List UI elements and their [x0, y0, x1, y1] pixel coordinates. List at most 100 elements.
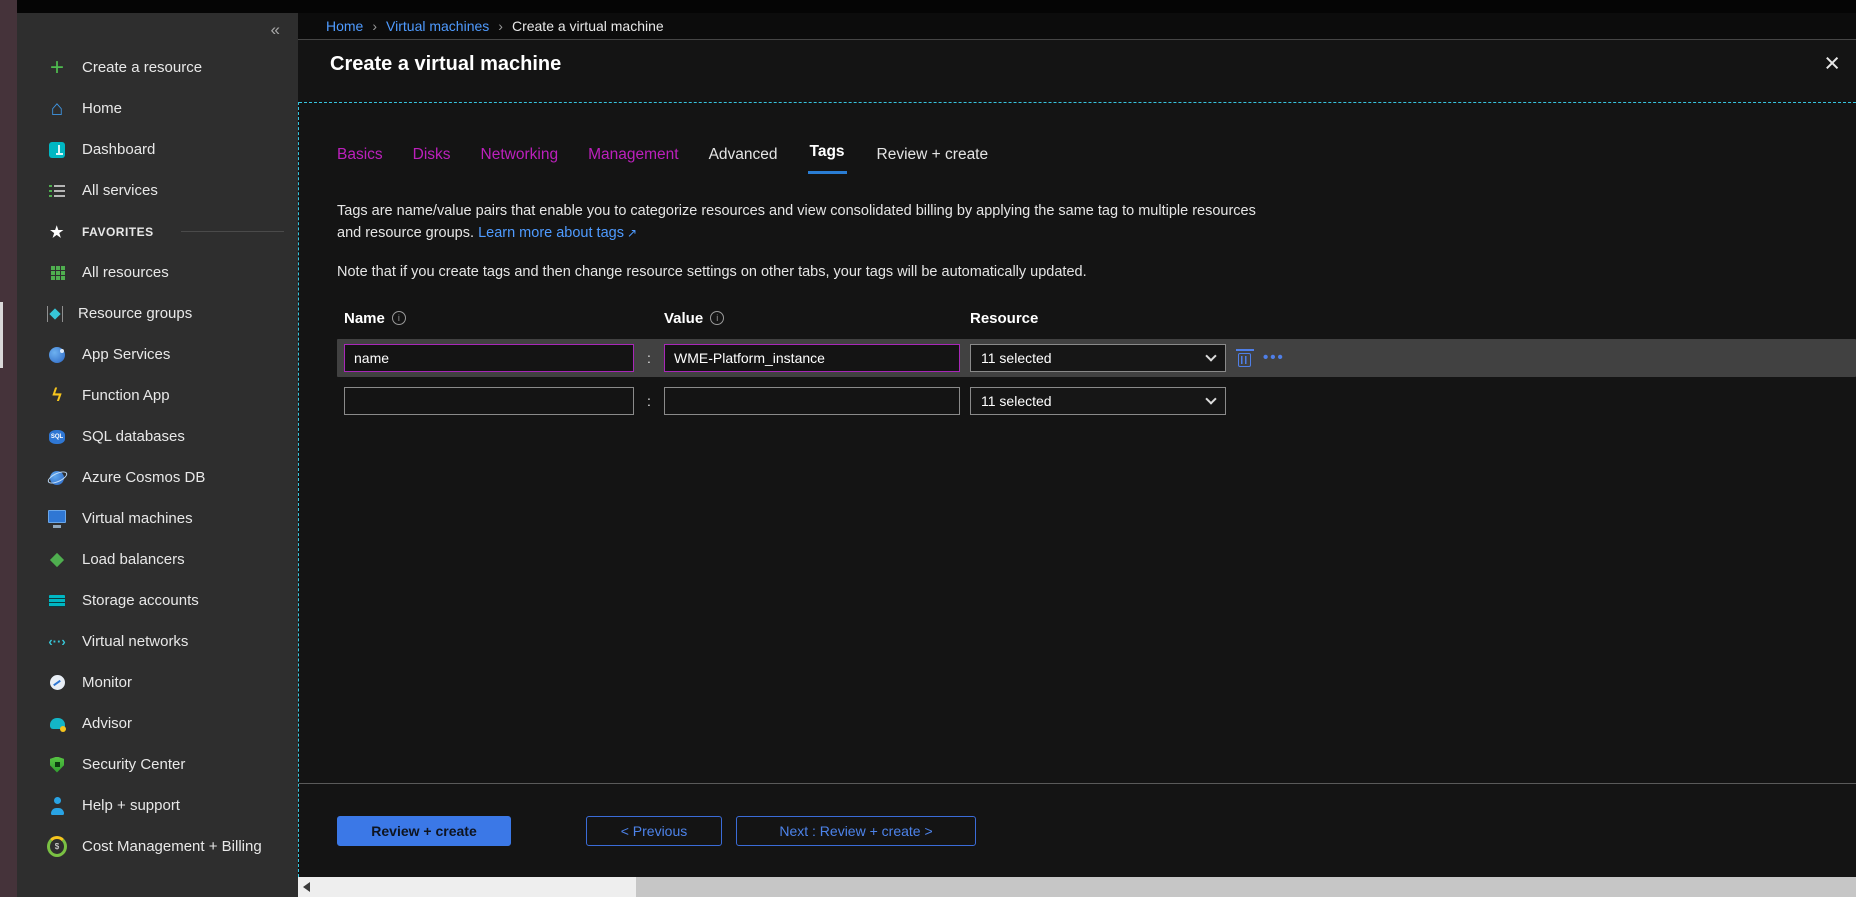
info-icon[interactable]: [392, 311, 406, 325]
sidebar-item-resource-groups[interactable]: Resource groups: [17, 293, 298, 334]
breadcrumb-separator-icon: ›: [372, 18, 377, 34]
security-center-icon: [47, 755, 67, 775]
sql-databases-icon: [47, 427, 67, 447]
edge-scroll-indicator: [0, 302, 3, 368]
name-value-separator: :: [634, 393, 664, 409]
close-icon[interactable]: ×: [1824, 50, 1840, 77]
sidebar-item-create-a-resource[interactable]: Create a resource: [17, 47, 298, 88]
resource-header-label: Resource: [970, 310, 1038, 327]
monitor-icon: [47, 673, 67, 693]
chevron-down-icon: [1205, 393, 1216, 404]
column-header-value: Value: [664, 310, 960, 327]
tab-advanced[interactable]: Advanced: [709, 146, 778, 174]
top-bar: [17, 0, 1856, 13]
all-services-icon: [47, 181, 67, 201]
tags-description: Tags are name/value pairs that enable yo…: [337, 200, 1277, 245]
sidebar-item-label: Security Center: [82, 756, 185, 773]
sidebar-item-label: SQL databases: [82, 428, 185, 445]
load-balancers-icon: [47, 550, 67, 570]
home-icon: [47, 99, 67, 119]
tab-review-create[interactable]: Review + create: [877, 146, 989, 174]
sidebar-item-label: Storage accounts: [82, 592, 199, 609]
app-services-icon: [47, 345, 67, 365]
breadcrumb-virtual-machines-link[interactable]: Virtual machines: [386, 18, 489, 34]
blade-header: Create a virtual machine ×: [298, 39, 1856, 89]
learn-more-link[interactable]: Learn more about tags: [478, 225, 624, 241]
chevron-down-icon: [1205, 350, 1216, 361]
resources-grid-icon: [47, 263, 67, 283]
sidebar-item-label: Load balancers: [82, 551, 185, 568]
window-edge-strip: [0, 0, 17, 897]
resource-dropdown-value: 11 selected: [981, 393, 1052, 409]
tag-value-input[interactable]: [664, 387, 960, 415]
sidebar-item-home[interactable]: Home: [17, 88, 298, 129]
sidebar-item-storage-accounts[interactable]: Storage accounts: [17, 580, 298, 621]
horizontal-scrollbar[interactable]: [298, 877, 1856, 897]
tag-name-input[interactable]: [344, 387, 634, 415]
sidebar-collapse-row: «: [17, 13, 298, 47]
advisor-icon: [47, 714, 67, 734]
breadcrumb-separator-icon: ›: [498, 18, 503, 34]
sidebar-item-security-center[interactable]: Security Center: [17, 744, 298, 785]
sidebar-item-all-resources[interactable]: All resources: [17, 252, 298, 293]
sidebar: « Create a resource Home Dashboard All s…: [17, 0, 298, 897]
sidebar-nav: Create a resource Home Dashboard All ser…: [17, 47, 298, 867]
sidebar-item-all-services[interactable]: All services: [17, 170, 298, 211]
azure-portal-window: « Create a resource Home Dashboard All s…: [0, 0, 1856, 897]
virtual-networks-icon: [47, 632, 67, 652]
cosmos-db-icon: [47, 468, 67, 488]
sidebar-item-monitor[interactable]: Monitor: [17, 662, 298, 703]
scroll-left-arrow-icon: [303, 882, 310, 892]
collapse-sidebar-icon[interactable]: «: [271, 20, 280, 40]
tab-disks[interactable]: Disks: [413, 146, 451, 174]
help-support-icon: [47, 796, 67, 816]
column-header-resource: Resource: [970, 310, 1226, 327]
tab-management[interactable]: Management: [588, 146, 678, 174]
delete-tag-icon[interactable]: [1238, 353, 1251, 367]
resource-dropdown-value: 11 selected: [981, 350, 1052, 366]
info-icon[interactable]: [710, 311, 724, 325]
horizontal-scrollbar-thumb[interactable]: [298, 877, 636, 897]
review-create-button[interactable]: Review + create: [337, 816, 511, 846]
storage-accounts-icon: [47, 591, 67, 611]
sidebar-item-advisor[interactable]: Advisor: [17, 703, 298, 744]
sidebar-item-cost-management-billing[interactable]: Cost Management + Billing: [17, 826, 298, 867]
sidebar-item-app-services[interactable]: App Services: [17, 334, 298, 375]
sidebar-item-label: Cost Management + Billing: [82, 838, 262, 855]
next-review-create-button[interactable]: Next : Review + create >: [736, 816, 976, 846]
sidebar-item-help-support[interactable]: Help + support: [17, 785, 298, 826]
resource-dropdown[interactable]: 11 selected: [970, 387, 1226, 415]
sidebar-item-label: All services: [82, 182, 158, 199]
page-title: Create a virtual machine: [330, 53, 561, 76]
row-actions: [1226, 349, 1296, 367]
sidebar-item-label: All resources: [82, 264, 169, 281]
sidebar-item-label: Resource groups: [78, 305, 192, 322]
tags-table: Name Value Resource: [337, 310, 1856, 420]
sidebar-item-azure-cosmos-db[interactable]: Azure Cosmos DB: [17, 457, 298, 498]
resource-dropdown[interactable]: 11 selected: [970, 344, 1226, 372]
sidebar-item-virtual-machines[interactable]: Virtual machines: [17, 498, 298, 539]
tags-description-text: Tags are name/value pairs that enable yo…: [337, 203, 1256, 241]
value-header-label: Value: [664, 310, 703, 327]
sidebar-item-dashboard[interactable]: Dashboard: [17, 129, 298, 170]
wizard-tabs: Basics Disks Networking Management Advan…: [337, 143, 1856, 174]
sidebar-section-label: FAVORITES: [82, 225, 154, 239]
more-options-icon[interactable]: [1263, 349, 1285, 366]
tag-value-input[interactable]: [664, 344, 960, 372]
tag-name-input[interactable]: [344, 344, 634, 372]
breadcrumb-home-link[interactable]: Home: [326, 18, 363, 34]
sidebar-item-label: Help + support: [82, 797, 180, 814]
sidebar-item-virtual-networks[interactable]: Virtual networks: [17, 621, 298, 662]
tab-networking[interactable]: Networking: [481, 146, 559, 174]
favorites-divider: [181, 231, 284, 232]
sidebar-item-load-balancers[interactable]: Load balancers: [17, 539, 298, 580]
plus-icon: [47, 58, 67, 78]
sidebar-item-label: Virtual networks: [82, 633, 188, 650]
tab-basics[interactable]: Basics: [337, 146, 383, 174]
previous-button[interactable]: < Previous: [586, 816, 722, 846]
sidebar-item-label: Virtual machines: [82, 510, 193, 527]
sidebar-item-function-app[interactable]: Function App: [17, 375, 298, 416]
name-value-separator: :: [634, 350, 664, 366]
sidebar-item-sql-databases[interactable]: SQL databases: [17, 416, 298, 457]
tab-tags[interactable]: Tags: [808, 143, 847, 174]
